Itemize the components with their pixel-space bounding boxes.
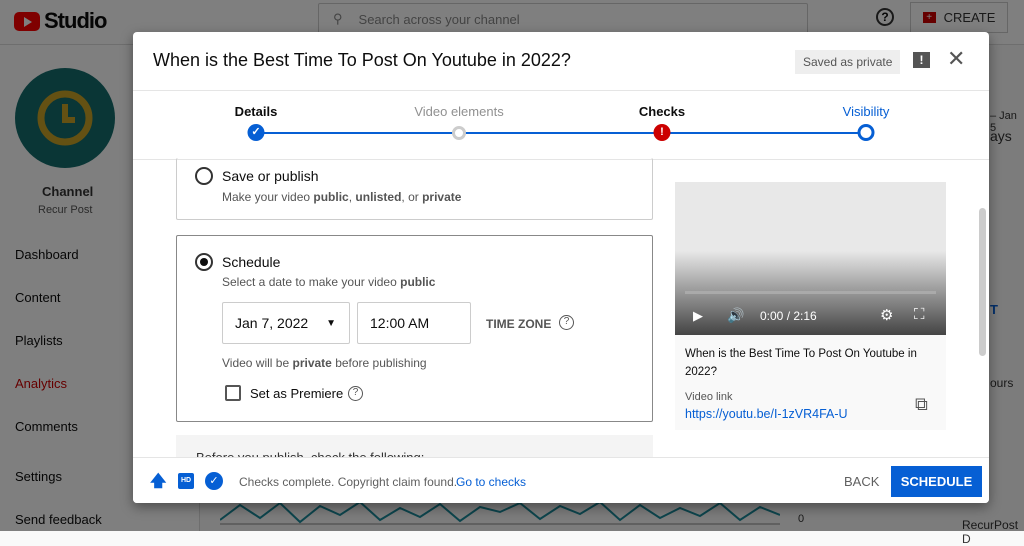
checks-complete-icon: ✓ bbox=[205, 472, 223, 490]
close-icon[interactable]: ✕ bbox=[947, 46, 965, 72]
help-icon[interactable]: ? bbox=[348, 386, 363, 401]
hd-icon: HD bbox=[178, 473, 194, 489]
divider bbox=[133, 90, 989, 91]
premiere-checkbox[interactable] bbox=[225, 385, 241, 401]
scrollbar[interactable] bbox=[979, 208, 986, 356]
error-icon[interactable]: ! bbox=[653, 124, 671, 141]
settings-gear-icon[interactable]: ⚙ bbox=[880, 306, 893, 324]
play-icon[interactable]: ▶ bbox=[693, 308, 703, 324]
help-icon[interactable]: ? bbox=[559, 315, 574, 330]
copy-icon[interactable]: ⧉ bbox=[915, 394, 928, 415]
feedback-icon[interactable]: ! bbox=[913, 52, 930, 68]
go-to-checks-link[interactable]: Go to checks bbox=[456, 475, 526, 489]
stepper-track bbox=[256, 132, 866, 134]
upload-icon: 🡅 bbox=[150, 473, 167, 490]
schedule-desc: Select a date to make your video public bbox=[222, 275, 436, 289]
save-publish-desc: Make your video public, unlisted, or pri… bbox=[222, 190, 462, 204]
step-visibility[interactable]: Visibility bbox=[843, 104, 890, 119]
schedule-button[interactable]: SCHEDULE bbox=[891, 466, 982, 497]
save-publish-title: Save or publish bbox=[222, 168, 319, 184]
timezone-label: TIME ZONE bbox=[486, 317, 552, 331]
time-input[interactable]: 12:00 AM bbox=[357, 302, 471, 344]
video-link-label: Video link bbox=[685, 391, 733, 403]
step-checks[interactable]: Checks bbox=[639, 104, 685, 119]
video-time: 0:00 / 2:16 bbox=[760, 309, 817, 323]
step-video-elements[interactable]: Video elements bbox=[414, 104, 503, 119]
date-value: Jan 7, 2022 bbox=[235, 315, 309, 331]
checks-status: Checks complete. Copyright claim found. bbox=[239, 475, 458, 489]
check-icon[interactable]: ✓ bbox=[247, 124, 265, 141]
saved-status-badge: Saved as private bbox=[795, 50, 901, 74]
step-pending-icon[interactable] bbox=[452, 126, 466, 140]
date-picker[interactable]: Jan 7, 2022 ▼ bbox=[222, 302, 350, 344]
premiere-label: Set as Premiere bbox=[250, 386, 344, 401]
video-preview-card: ▶ 🔊 0:00 / 2:16 ⚙ ⛶ When is the Best Tim… bbox=[675, 182, 946, 430]
dialog-footer: 🡅 HD ✓ Checks complete. Copyright claim … bbox=[133, 457, 989, 503]
dropdown-arrow-icon: ▼ bbox=[326, 317, 337, 329]
schedule-radio[interactable] bbox=[195, 253, 213, 271]
schedule-title: Schedule bbox=[222, 254, 281, 270]
step-details[interactable]: Details bbox=[235, 104, 278, 119]
fullscreen-icon[interactable]: ⛶ bbox=[914, 306, 925, 323]
video-progress-bar[interactable] bbox=[685, 291, 936, 294]
step-current-icon[interactable] bbox=[857, 124, 875, 141]
dialog-title: When is the Best Time To Post On Youtube… bbox=[153, 50, 571, 70]
video-player[interactable]: ▶ 🔊 0:00 / 2:16 ⚙ ⛶ bbox=[675, 182, 946, 335]
save-publish-radio[interactable] bbox=[195, 167, 213, 185]
time-value: 12:00 AM bbox=[370, 315, 430, 331]
video-link[interactable]: https://youtu.be/I-1zVR4FA-U bbox=[685, 407, 848, 421]
schedule-option[interactable]: Schedule Select a date to make your vide… bbox=[176, 235, 653, 422]
upload-dialog: When is the Best Time To Post On Youtube… bbox=[133, 32, 989, 503]
private-note: Video will be private before publishing bbox=[222, 356, 427, 370]
save-or-publish-option[interactable]: Save or publish Make your video public, … bbox=[176, 158, 653, 220]
video-title: When is the Best Time To Post On Youtube… bbox=[685, 348, 917, 378]
back-button[interactable]: BACK bbox=[844, 474, 879, 489]
volume-icon[interactable]: 🔊 bbox=[727, 307, 744, 324]
